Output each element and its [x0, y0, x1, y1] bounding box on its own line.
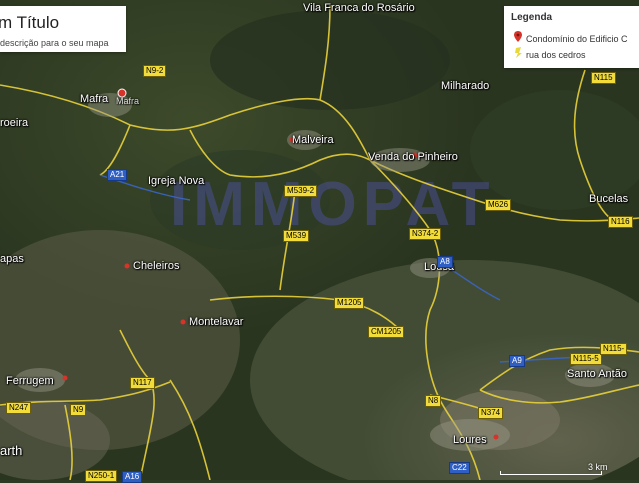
road-shield: N117 — [130, 377, 155, 389]
road-shield: N374-2 — [409, 228, 442, 240]
place-label[interactable]: arth — [0, 443, 22, 458]
road-shield: N9 — [70, 404, 87, 416]
yellow-pin-icon — [514, 47, 526, 60]
road-shield: A16 — [122, 471, 143, 483]
scale-bar — [500, 471, 602, 475]
place-label[interactable]: Bucelas — [589, 193, 628, 205]
place-label[interactable]: Venda do Pinheiro — [368, 151, 458, 163]
road-shield: M1205 — [334, 297, 365, 309]
road-shield: CM1205 — [368, 326, 405, 338]
road-shield: N116 — [608, 216, 633, 228]
place-label[interactable]: Milharado — [441, 80, 489, 92]
map-title-card[interactable]: m Título descrição para o seu mapa — [0, 6, 126, 52]
road-shield: N115 — [591, 72, 616, 84]
svg-text:IMMOPAT: IMMOPAT — [170, 170, 496, 239]
place-label[interactable]: Malveira — [292, 134, 334, 146]
road-shield: A8 — [437, 256, 453, 268]
road-shield: N115-5 — [570, 353, 602, 365]
road-shield: A9 — [509, 355, 525, 367]
legend-item[interactable]: Condomínio do Edificio C — [514, 31, 628, 44]
place-label[interactable]: Mafra — [80, 93, 108, 105]
road-shield: M539-2 — [284, 185, 318, 197]
place-label[interactable]: Igreja Nova — [148, 175, 204, 187]
road-shield: N8 — [425, 395, 442, 407]
legend-heading: Legenda — [511, 12, 553, 23]
road-shield: N9-2 — [143, 65, 167, 77]
road-shield: N374 — [478, 407, 504, 419]
place-label[interactable]: Montelavar — [189, 316, 243, 328]
road-shield: N250-1 — [85, 470, 118, 482]
legend-item-label: rua dos cedros — [526, 50, 586, 60]
road-shield: C22 — [449, 462, 470, 474]
scale-label: 3 km — [588, 462, 608, 472]
place-label[interactable]: apas — [0, 253, 24, 265]
legend-item-label: Condomínio do Edificio C — [526, 34, 628, 44]
place-label[interactable]: Santo Antão — [567, 368, 627, 380]
red-pin-icon — [514, 31, 526, 44]
place-label[interactable]: Loures — [453, 434, 487, 446]
road-shield: A21 — [107, 169, 128, 181]
place-label[interactable]: Mafra — [116, 96, 139, 106]
road-shield: M539 — [283, 230, 310, 242]
road-shield: M626 — [485, 199, 512, 211]
place-label[interactable]: Ferrugem — [6, 375, 54, 387]
road-shield: N247 — [6, 402, 32, 414]
legend-item[interactable]: rua dos cedros — [514, 47, 586, 60]
map-title: m Título — [0, 13, 60, 32]
place-label[interactable]: Cheleiros — [133, 260, 179, 272]
map-legend[interactable]: Legenda Condomínio do Edificio C rua dos… — [504, 6, 639, 68]
road-shield: N115- — [600, 343, 628, 355]
map-description: descrição para o seu mapa — [0, 38, 109, 48]
satellite-map[interactable]: IMMOPAT — [0, 0, 639, 480]
place-label[interactable]: Vila Franca do Rosário — [303, 2, 415, 14]
place-label[interactable]: roeira — [0, 117, 28, 129]
